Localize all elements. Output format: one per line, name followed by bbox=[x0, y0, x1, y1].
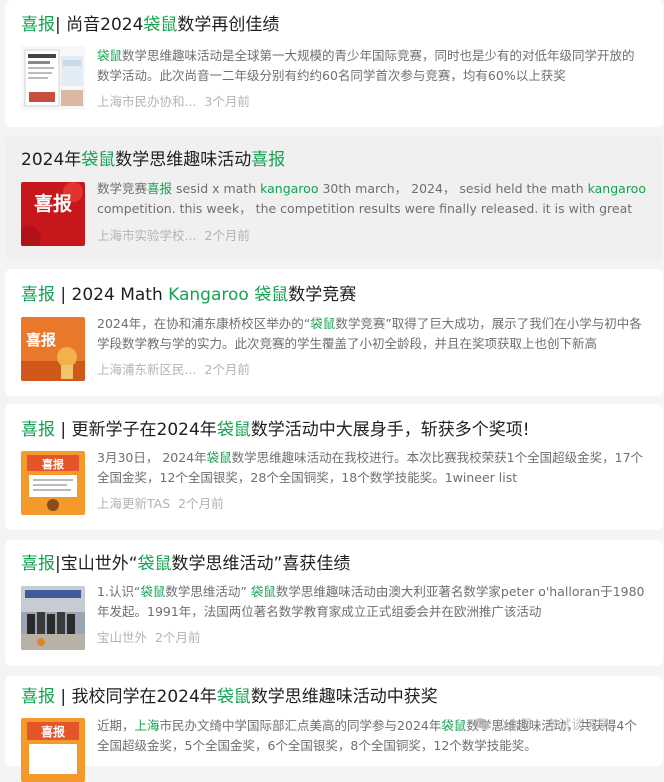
article-thumbnail[interactable]: 喜报 bbox=[21, 718, 85, 782]
article-card[interactable]: 喜报 | 2024 Math Kangaroo 袋鼠数学竞赛 喜报 2024年，… bbox=[5, 269, 663, 396]
article-card[interactable]: 喜报|宝山世外“袋鼠数学思维活动”喜获佳绩 1.认识“袋鼠数学思维活动” 袋鼠数… bbox=[5, 540, 663, 666]
article-thumbnail[interactable]: 喜报 bbox=[21, 317, 85, 381]
watermark-text: 公众号 · 考试谈天录 bbox=[494, 718, 611, 733]
article-summary: 袋鼠数学思维趣味活动是全球第一大规模的青少年国际竞赛，同时也是少有的对低年级同学… bbox=[97, 48, 635, 83]
wechat-icon bbox=[474, 717, 490, 731]
article-source[interactable]: 宝山世外 bbox=[97, 629, 147, 647]
article-title[interactable]: 喜报|宝山世外“袋鼠数学思维活动”喜获佳绩 bbox=[21, 551, 653, 577]
watermark: 公众号 · 考试谈天录 bbox=[474, 714, 610, 733]
article-card[interactable]: 喜报| 尚音2024袋鼠数学再创佳绩 袋鼠数学思维趣味活动是全球第一大规模的青少… bbox=[5, 0, 663, 127]
thumbnail-text: 喜报 bbox=[42, 457, 65, 471]
article-meta: 上海市实验学校... 2个月前 bbox=[97, 227, 250, 245]
article-meta: 上海更新TAS 2个月前 bbox=[97, 495, 224, 513]
thumbnail-text: 喜报 bbox=[34, 192, 72, 215]
article-thumbnail[interactable]: 喜报 bbox=[21, 451, 85, 515]
article-meta: 上海市民办协和... 3个月前 bbox=[97, 93, 250, 111]
thumbnail-text: 喜报 bbox=[26, 331, 56, 349]
article-title[interactable]: 喜报 | 更新学子在2024年袋鼠数学活动中大展身手，斩获多个奖项! bbox=[21, 417, 653, 443]
thumbnail-text: 喜报 bbox=[41, 724, 65, 739]
article-card[interactable]: 喜报 | 更新学子在2024年袋鼠数学活动中大展身手，斩获多个奖项! 喜报 3月… bbox=[5, 404, 663, 530]
article-source[interactable]: 上海市实验学校... bbox=[97, 227, 196, 245]
article-summary: 1.认识“袋鼠数学思维活动” 袋鼠数学思维趣味活动由澳大利亚著名数学家peter… bbox=[97, 584, 645, 619]
article-title[interactable]: 2024年袋鼠数学思维趣味活动喜报 bbox=[21, 147, 653, 173]
article-thumbnail[interactable] bbox=[21, 586, 85, 650]
article-meta: 宝山世外 2个月前 bbox=[97, 629, 200, 647]
article-time: 3个月前 bbox=[204, 94, 250, 109]
article-title[interactable]: 喜报| 尚音2024袋鼠数学再创佳绩 bbox=[21, 12, 653, 38]
article-card[interactable]: 2024年袋鼠数学思维趣味活动喜报 喜报 数学竞赛喜报 sesid x math… bbox=[5, 136, 663, 260]
article-summary: 数学竞赛喜报 sesid x math kangaroo 30th march，… bbox=[97, 181, 646, 216]
article-time: 2个月前 bbox=[204, 362, 250, 377]
article-source[interactable]: 上海更新TAS bbox=[97, 495, 170, 513]
article-thumbnail[interactable]: 喜报 bbox=[21, 182, 85, 246]
article-summary: 3月30日， 2024年袋鼠数学思维趣味活动在我校进行。本次比赛我校荣获1个全国… bbox=[97, 450, 644, 485]
article-time: 2个月前 bbox=[178, 496, 224, 511]
article-time: 2个月前 bbox=[155, 630, 201, 645]
article-title[interactable]: 喜报 | 我校同学在2024年袋鼠数学思维趣味活动中获奖 bbox=[21, 684, 653, 710]
article-source[interactable]: 上海浦东新区民... bbox=[97, 361, 196, 379]
article-time: 2个月前 bbox=[204, 228, 250, 243]
article-title[interactable]: 喜报 | 2024 Math Kangaroo 袋鼠数学竞赛 bbox=[21, 282, 653, 308]
article-source[interactable]: 上海市民办协和... bbox=[97, 93, 196, 111]
article-summary: 2024年，在协和浦东康桥校区举办的“袋鼠数学竞赛”取得了巨大成功，展示了我们在… bbox=[97, 316, 642, 351]
article-thumbnail[interactable] bbox=[21, 46, 85, 110]
article-meta: 上海浦东新区民... 2个月前 bbox=[97, 361, 250, 379]
